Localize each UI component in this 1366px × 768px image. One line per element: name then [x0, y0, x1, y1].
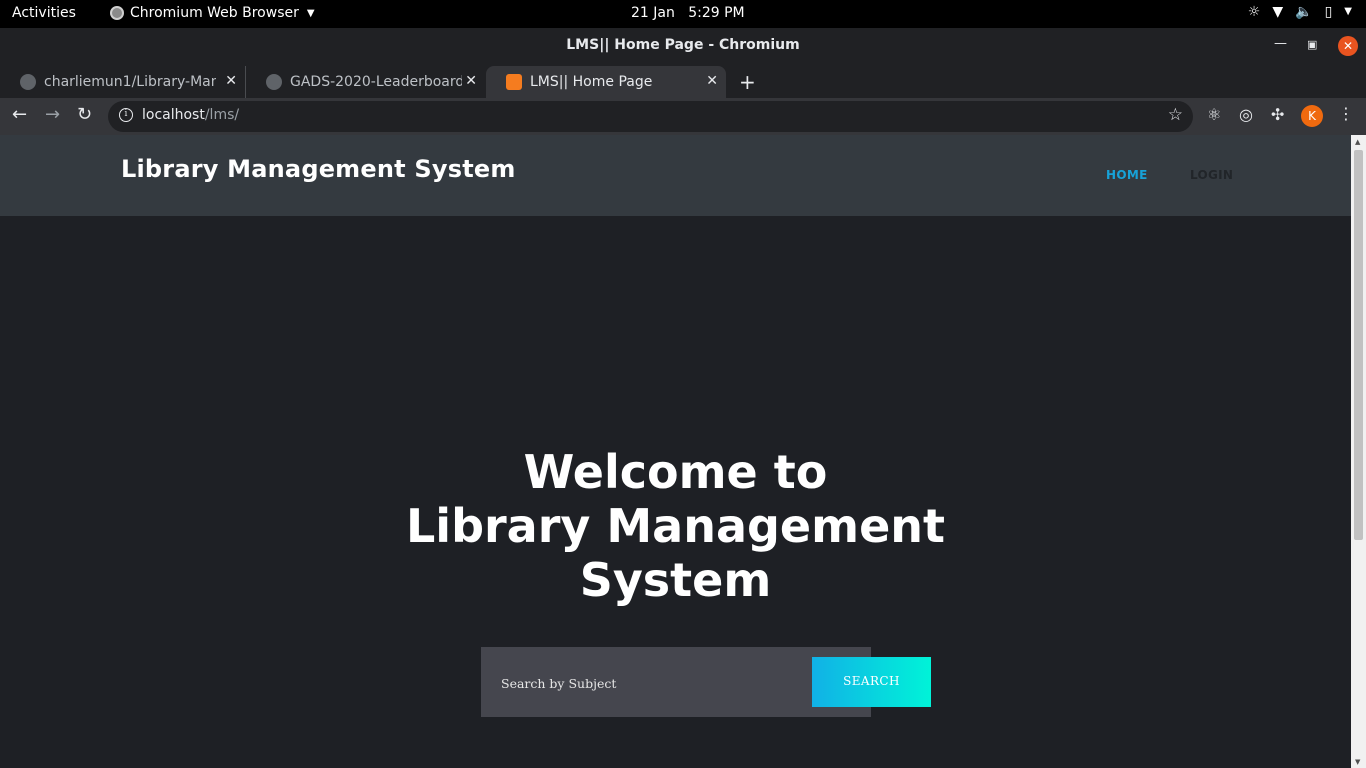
- hero-line-3: System: [579, 553, 772, 607]
- tab-lms-home[interactable]: LMS|| Home Page ✕: [486, 66, 726, 98]
- window-title: LMS|| Home Page - Chromium: [566, 37, 800, 53]
- scroll-down-arrow-icon[interactable]: ▼: [1355, 758, 1360, 766]
- new-tab-button[interactable]: +: [739, 70, 756, 94]
- close-window-button[interactable]: ✕: [1338, 36, 1358, 56]
- tab-github-gads[interactable]: GADS-2020-Leaderboard-/ ✕: [245, 66, 485, 98]
- activities-button[interactable]: Activities: [12, 5, 76, 21]
- app-menu-label: Chromium Web Browser: [130, 5, 299, 21]
- browser-toolbar: ← → ↻ i localhost/lms/ ☆ ⚛ ◎ ✣ K ⋮: [0, 98, 1366, 135]
- chromium-icon: [110, 6, 124, 20]
- extensions-puzzle-icon[interactable]: ✣: [1271, 105, 1284, 124]
- github-icon: [266, 74, 282, 90]
- hero-line-1: Welcome to: [523, 445, 828, 499]
- tab-title: GADS-2020-Leaderboard-/: [290, 74, 462, 90]
- search-button[interactable]: SEARCH: [812, 657, 931, 707]
- page-scrollbar[interactable]: ▲ ▼: [1351, 135, 1366, 768]
- tab-title: charliemun1/Library-Man: [44, 74, 216, 90]
- window-title-bar: LMS|| Home Page - Chromium — ▣ ✕: [0, 28, 1366, 64]
- profile-avatar[interactable]: K: [1301, 105, 1323, 127]
- tab-title: LMS|| Home Page: [530, 74, 653, 90]
- app-menu[interactable]: Chromium Web Browser ▼: [110, 5, 315, 21]
- site-brand[interactable]: Library Management System: [121, 155, 516, 183]
- forward-button[interactable]: →: [45, 104, 60, 125]
- minimize-button[interactable]: —: [1274, 36, 1287, 51]
- menu-kebab-icon[interactable]: ⋮: [1338, 104, 1354, 123]
- battery-icon: ▯: [1324, 4, 1333, 20]
- search-placeholder: Search by Subject: [501, 676, 617, 691]
- system-tray[interactable]: ☼ ▼ 🔈 ▯ ▼: [1248, 4, 1352, 20]
- close-tab-icon[interactable]: ✕: [465, 73, 477, 89]
- web-page: Library Management System HOME LOGIN Wel…: [0, 135, 1351, 768]
- xampp-icon: [506, 74, 522, 90]
- tab-strip: charliemun1/Library-Man ✕ GADS-2020-Lead…: [0, 64, 1366, 98]
- os-top-bar: Activities Chromium Web Browser ▼ 21 Jan…: [0, 0, 1366, 28]
- extension-target-icon[interactable]: ◎: [1239, 105, 1253, 124]
- react-devtools-icon[interactable]: ⚛: [1207, 105, 1221, 124]
- wifi-icon: ▼: [1272, 4, 1284, 20]
- chevron-down-icon: ▼: [306, 7, 315, 19]
- reload-button[interactable]: ↻: [77, 104, 92, 125]
- volume-icon: 🔈: [1295, 4, 1313, 20]
- chevron-down-icon: ▼: [1344, 6, 1352, 17]
- back-button[interactable]: ←: [12, 104, 27, 125]
- github-icon: [20, 74, 36, 90]
- site-header: Library Management System HOME LOGIN: [0, 135, 1351, 216]
- clock[interactable]: 21 Jan 5:29 PM: [631, 5, 745, 21]
- brightness-icon: ☼: [1247, 4, 1261, 20]
- nav-home-link[interactable]: HOME: [1106, 168, 1148, 182]
- url-path: /lms/: [204, 107, 240, 123]
- scrollbar-thumb[interactable]: [1354, 150, 1363, 540]
- hero-heading: Welcome to Library Management System: [0, 445, 1351, 607]
- maximize-button[interactable]: ▣: [1307, 38, 1317, 51]
- bookmark-star-icon[interactable]: ☆: [1168, 105, 1183, 125]
- url-text[interactable]: localhost/lms/: [142, 107, 239, 123]
- scroll-up-arrow-icon[interactable]: ▲: [1355, 138, 1360, 146]
- hero-line-2: Library Management: [405, 499, 946, 553]
- url-host: localhost: [142, 107, 205, 123]
- nav-login-link[interactable]: LOGIN: [1190, 168, 1233, 182]
- site-info-icon[interactable]: i: [119, 108, 133, 122]
- close-tab-icon[interactable]: ✕: [225, 73, 237, 89]
- close-tab-icon[interactable]: ✕: [706, 73, 718, 89]
- address-bar[interactable]: i localhost/lms/ ☆: [108, 101, 1193, 132]
- tab-github-library[interactable]: charliemun1/Library-Man ✕: [0, 66, 245, 98]
